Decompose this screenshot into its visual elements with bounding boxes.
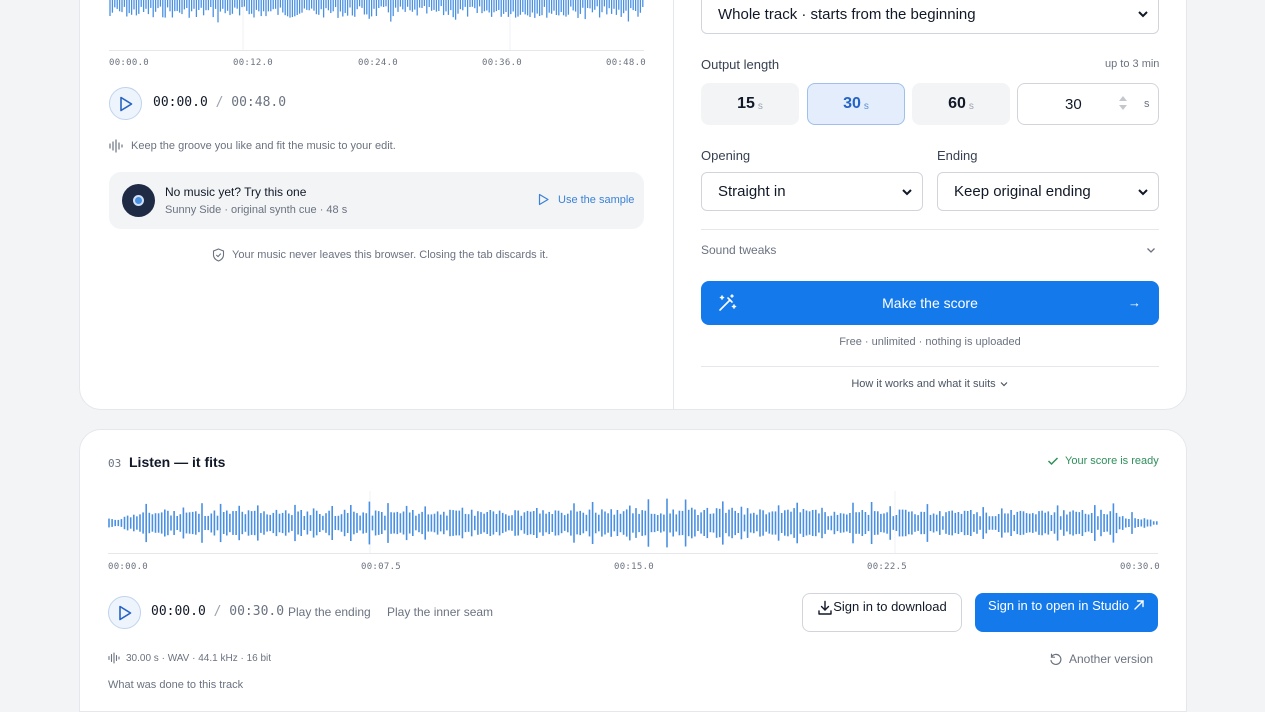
length-option-15[interactable]: 15 s xyxy=(701,83,799,125)
opening-select-value: Straight in xyxy=(718,183,786,200)
divider xyxy=(701,366,1159,367)
source-current-time: 00:00.0 xyxy=(153,95,208,110)
ending-label: Ending xyxy=(937,148,978,163)
make-score-button[interactable]: Make the score → xyxy=(701,281,1159,325)
sample-title: No music yet? Try this one xyxy=(165,185,307,199)
chevron-down-icon xyxy=(1138,188,1148,195)
length-option-30[interactable]: 30 s xyxy=(807,83,905,125)
chevron-down-icon xyxy=(902,188,912,195)
step-number: 03 xyxy=(108,457,122,470)
length-option-unit: s xyxy=(757,100,763,112)
chevron-down-icon xyxy=(1147,248,1155,253)
result-title: Listen — it fits xyxy=(129,454,226,470)
result-current-time: 00:00.0 xyxy=(151,604,206,619)
play-icon xyxy=(538,193,549,206)
download-icon xyxy=(818,600,832,615)
play-ending-button[interactable]: Play the ending xyxy=(288,605,371,619)
source-play-button[interactable] xyxy=(109,87,142,120)
length-option-60[interactable]: 60 s xyxy=(912,83,1010,125)
play-icon xyxy=(118,605,131,620)
result-waveform[interactable] xyxy=(108,491,1158,554)
chevron-down-icon xyxy=(1138,11,1148,18)
sound-tweaks-label: Sound tweaks xyxy=(701,243,777,257)
cta-note: Free · unlimited · nothing is uploaded xyxy=(839,336,1021,348)
another-version-button[interactable]: Another version xyxy=(1049,652,1153,666)
sample-subtitle: Sunny Side · original synth cue · 48 s xyxy=(165,204,348,216)
download-button[interactable]: Sign in to download xyxy=(802,593,962,632)
opening-select[interactable]: Straight in xyxy=(701,172,923,211)
output-length-label: Output length xyxy=(701,57,780,72)
file-info: 30.00 s · WAV · 44.1 kHz · 16 bit xyxy=(108,652,271,664)
privacy-note: Your music never leaves this browser. Cl… xyxy=(212,248,548,262)
sound-tweaks-toggle[interactable]: Sound tweaks xyxy=(701,240,1159,260)
result-tick: 00:15.0 xyxy=(614,562,655,572)
result-tick: 00:30.0 xyxy=(1120,562,1161,572)
how-it-works-link[interactable]: How it works and what it suits xyxy=(701,378,1159,390)
source-hint: Keep the groove you like and fit the mus… xyxy=(131,140,396,152)
source-tick: 00:00.0 xyxy=(109,58,150,68)
status-text: Your score is ready xyxy=(1065,455,1159,467)
result-tick: 00:07.5 xyxy=(361,562,402,572)
chevron-down-icon xyxy=(1000,382,1008,387)
opening-label: Opening xyxy=(701,148,751,163)
result-time-readout: 00:00.0 / 00:30.0 xyxy=(151,604,284,619)
length-option-unit: s xyxy=(863,100,869,112)
source-tick: 00:24.0 xyxy=(358,58,399,68)
open-studio-button[interactable]: Sign in to open in Studio xyxy=(975,593,1158,632)
how-it-works-label: How it works and what it suits xyxy=(851,378,996,390)
length-option-value: 30 xyxy=(843,95,861,112)
another-version-label: Another version xyxy=(1069,652,1154,666)
column-divider xyxy=(673,0,674,410)
source-waveform[interactable] xyxy=(109,0,644,51)
external-link-icon xyxy=(1134,600,1144,610)
ending-select[interactable]: Keep original ending xyxy=(937,172,1159,211)
result-play-button[interactable] xyxy=(108,596,141,629)
divider xyxy=(701,229,1159,230)
refresh-icon xyxy=(1050,653,1062,665)
result-tick: 00:22.5 xyxy=(867,562,908,572)
disc-icon xyxy=(122,184,155,217)
custom-length-unit: s xyxy=(1144,98,1150,110)
result-total-time: 00:30.0 xyxy=(229,604,285,619)
play-icon xyxy=(119,96,132,111)
source-tick: 00:36.0 xyxy=(482,58,523,68)
what-was-done-link[interactable]: What was done to this track xyxy=(108,679,243,691)
status-badge: Your score is ready xyxy=(1047,455,1159,467)
play-seam-button[interactable]: Play the inner seam xyxy=(387,605,493,619)
use-sample-button[interactable]: Use the sample xyxy=(537,193,634,206)
source-tick: 00:48.0 xyxy=(606,58,647,68)
length-option-value: 60 xyxy=(948,95,966,112)
length-option-value: 15 xyxy=(737,95,755,112)
magic-wand-icon xyxy=(719,294,737,311)
custom-length-value: 30 xyxy=(1065,96,1082,113)
length-option-unit: s xyxy=(968,100,974,112)
source-total-time: 00:48.0 xyxy=(231,95,287,110)
ending-select-value: Keep original ending xyxy=(954,183,1091,200)
time-separator: / xyxy=(213,604,222,619)
section-select[interactable]: Whole track · starts from the beginning xyxy=(701,0,1159,34)
waveform-icon xyxy=(109,139,125,153)
privacy-note-text: Your music never leaves this browser. Cl… xyxy=(232,249,549,261)
section-select-value: Whole track · starts from the beginning xyxy=(718,5,976,23)
file-info-text: 30.00 s · WAV · 44.1 kHz · 16 bit xyxy=(126,652,272,664)
waveform-icon xyxy=(108,652,120,664)
time-separator: / xyxy=(215,95,224,110)
result-tick: 00:00.0 xyxy=(108,562,149,572)
output-length-limit: up to 3 min xyxy=(1105,58,1160,70)
make-score-label: Make the score xyxy=(882,295,978,311)
stepper-icon[interactable] xyxy=(1118,94,1128,112)
use-sample-label: Use the sample xyxy=(558,193,635,206)
source-time-readout: 00:00.0 / 00:48.0 xyxy=(153,95,286,110)
source-tick: 00:12.0 xyxy=(233,58,274,68)
open-studio-label: Sign in to open in Studio xyxy=(988,598,1129,613)
custom-length-input[interactable]: 30 s xyxy=(1017,83,1159,125)
arrow-right-icon: → xyxy=(1128,295,1141,310)
check-icon xyxy=(1047,457,1059,466)
shield-icon xyxy=(212,248,225,262)
download-label: Sign in to download xyxy=(833,599,947,614)
